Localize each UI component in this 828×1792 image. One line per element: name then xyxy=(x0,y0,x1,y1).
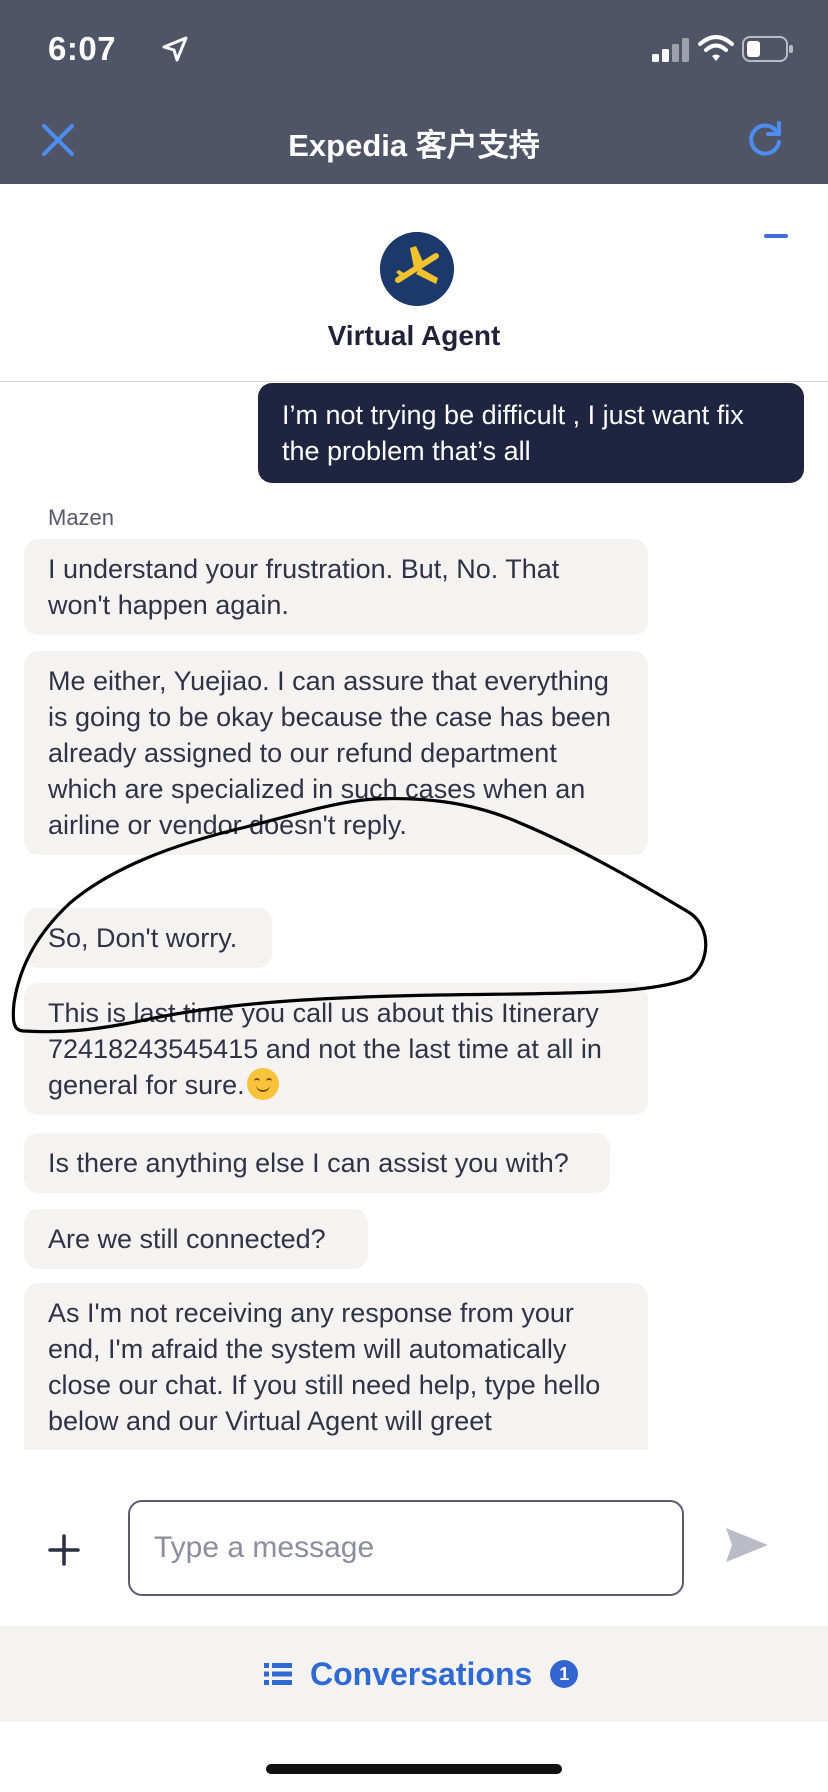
agent-message-bubble: Me either, Yuejiao. I can assure that ev… xyxy=(24,651,648,855)
cellular-signal-icon xyxy=(652,38,689,62)
agent-message-bubble: Is there anything else I can assist you … xyxy=(24,1133,610,1193)
list-icon xyxy=(264,1663,292,1685)
agent-message-bubble: So, Don't worry. xyxy=(24,908,272,968)
battery-icon xyxy=(742,36,793,62)
agent-message-bubble: Are we still connected? xyxy=(24,1209,368,1269)
expedia-logo-avatar xyxy=(380,232,454,306)
agent-message-text: This is last time you call us about this… xyxy=(48,998,602,1100)
agent-message-bubble: As I'm not receiving any response from y… xyxy=(24,1283,648,1450)
smiling-face-emoji-icon xyxy=(246,1068,279,1100)
chat-transcript[interactable]: I’m not trying be difficult , I just wan… xyxy=(0,383,828,1450)
minimize-icon[interactable] xyxy=(764,234,788,238)
agent-header: Virtual Agent xyxy=(0,184,828,382)
refresh-icon[interactable] xyxy=(746,120,784,158)
conversations-label: Conversations xyxy=(310,1655,533,1692)
agent-name: Virtual Agent xyxy=(327,320,501,351)
sender-name: Mazen xyxy=(48,505,115,530)
add-attachment-icon[interactable] xyxy=(48,1534,80,1566)
home-indicator[interactable] xyxy=(266,1764,562,1774)
page-title: Expedia 客户支持 xyxy=(288,128,540,163)
user-message-bubble: I’m not trying be difficult , I just wan… xyxy=(258,383,804,483)
unread-count-badge: 1 xyxy=(550,1660,579,1688)
conversations-bar: Conversations 1 xyxy=(0,1626,828,1722)
location-arrow-icon xyxy=(162,36,188,62)
message-input[interactable] xyxy=(128,1500,684,1596)
message-composer xyxy=(0,1450,828,1626)
agent-message-bubble: I understand your frustration. But, No. … xyxy=(24,539,648,635)
status-bar: 6:07 xyxy=(0,0,828,100)
top-bar: 6:07 Expedia 客户支持 xyxy=(0,0,828,184)
send-icon[interactable] xyxy=(724,1524,770,1566)
airplane-icon xyxy=(380,232,454,306)
wifi-icon xyxy=(698,35,734,61)
agent-message-bubble: This is last time you call us about this… xyxy=(24,983,648,1115)
status-time: 6:07 xyxy=(48,30,117,67)
conversations-button[interactable]: Conversations 1 xyxy=(264,1654,579,1694)
